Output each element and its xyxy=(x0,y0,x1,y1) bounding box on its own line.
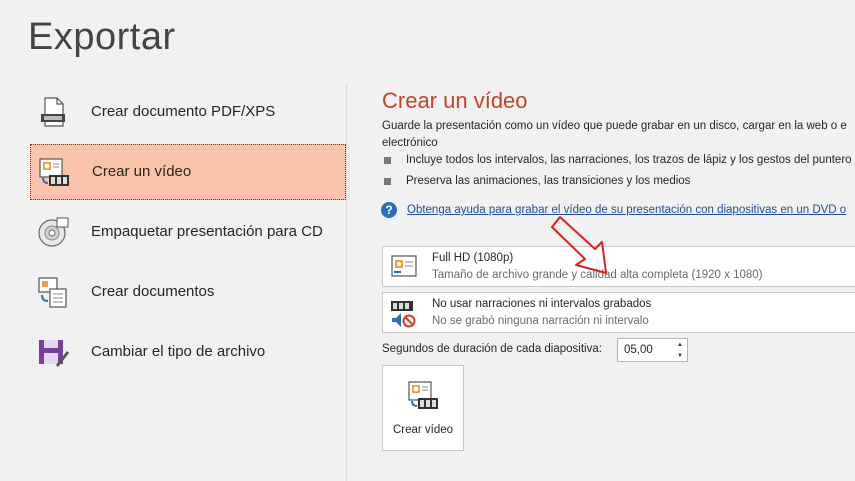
nav-item-label: Cambiar el tipo de archivo xyxy=(91,343,266,360)
bullet-marker xyxy=(384,177,391,185)
narration-dropdown[interactable]: No usar narraciones ni intervalos grabad… xyxy=(382,292,855,333)
help-icon[interactable]: ? xyxy=(381,202,397,218)
annotation-arrow-icon xyxy=(551,216,607,274)
create-video-label: Crear vídeo xyxy=(392,424,454,436)
bullet-marker xyxy=(384,156,391,164)
decrement-icon[interactable]: ▼ xyxy=(673,350,687,361)
page-title: Exportar xyxy=(28,16,176,58)
video-icon xyxy=(39,158,69,186)
duration-stepper[interactable]: 05,00 ▲ ▼ xyxy=(617,338,688,362)
presentation-quality-icon xyxy=(391,254,417,277)
bullet-item: Incluye todos los intervalos, las narrac… xyxy=(384,154,852,166)
no-narration-icon xyxy=(391,300,416,327)
nav-item-handouts[interactable]: Crear documentos xyxy=(30,264,346,320)
create-video-button[interactable]: Crear vídeo xyxy=(382,365,464,451)
bullet-text: Incluye todos los intervalos, las narrac… xyxy=(406,154,852,166)
bullet-item: Preserva las animaciones, las transicion… xyxy=(384,175,690,187)
handouts-icon xyxy=(38,277,67,308)
nav-item-package-cd[interactable]: Empaquetar presentación para CD xyxy=(30,204,346,260)
dropdown-title: No usar narraciones ni intervalos grabad… xyxy=(432,298,652,310)
nav-item-label: Crear documento PDF/XPS xyxy=(91,103,276,120)
section-title: Crear un vídeo xyxy=(382,88,528,113)
increment-icon[interactable]: ▲ xyxy=(673,339,687,350)
nav-item-create-video[interactable]: Crear un vídeo xyxy=(30,144,346,200)
duration-label: Segundos de duración de cada diapositiva… xyxy=(382,343,602,355)
pdf-document-icon xyxy=(41,97,65,127)
section-description: Guarde la presentación como un vídeo que… xyxy=(382,120,847,149)
nav-item-change-file-type[interactable]: Cambiar el tipo de archivo xyxy=(30,324,346,380)
nav-item-label: Empaquetar presentación para CD xyxy=(91,223,323,240)
help-link[interactable]: Obtenga ayuda para grabar el vídeo de su… xyxy=(407,204,846,216)
cd-package-icon xyxy=(38,217,69,247)
dropdown-subtitle: No se grabó ninguna narración ni interva… xyxy=(432,315,649,327)
nav-item-label: Crear documentos xyxy=(91,283,215,300)
nav-item-pdf-xps[interactable]: Crear documento PDF/XPS xyxy=(30,84,346,140)
bullet-text: Preserva las animaciones, las transicion… xyxy=(406,175,691,187)
duration-value[interactable]: 05,00 xyxy=(618,344,673,356)
nav-item-label: Crear un vídeo xyxy=(92,163,192,180)
save-as-icon xyxy=(39,340,69,367)
create-video-icon xyxy=(408,381,438,409)
divider xyxy=(346,84,347,481)
duration-spinner: ▲ ▼ xyxy=(673,339,687,361)
